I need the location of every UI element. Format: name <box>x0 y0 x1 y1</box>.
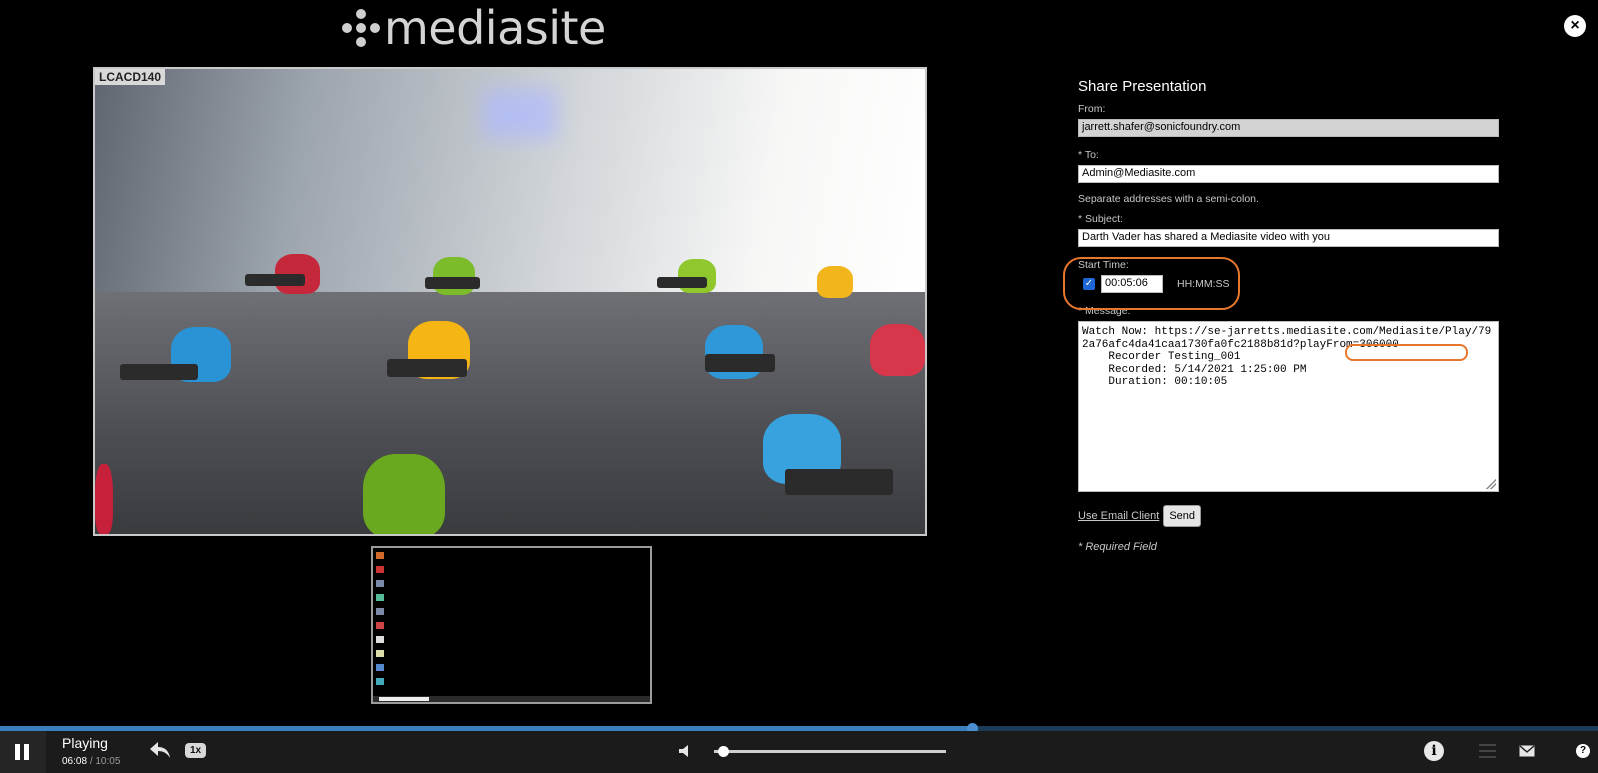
send-button[interactable]: Send <box>1163 505 1202 527</box>
volume-icon[interactable] <box>678 744 694 758</box>
duration: 10:05 <box>95 756 121 767</box>
taskbar <box>373 696 650 702</box>
status-label: Playing <box>62 735 108 751</box>
volume-handle[interactable] <box>717 746 729 757</box>
desktop-icon <box>376 636 384 643</box>
share-title: Share Presentation <box>1078 78 1207 95</box>
resize-grip-icon[interactable] <box>1486 479 1496 489</box>
time-separator: / <box>89 756 93 767</box>
time-readout: 06:08 / 10:05 <box>62 756 120 767</box>
playback-status: Playing 06:08 / 10:05 <box>62 735 120 769</box>
slide-thumbnail[interactable] <box>371 546 652 704</box>
logo-text: mediasite <box>384 1 606 55</box>
use-email-client-link[interactable]: Use Email Client <box>1078 510 1159 522</box>
volume-slider[interactable] <box>714 746 946 757</box>
chair <box>95 464 113 534</box>
subject-label: * Subject: <box>1078 213 1123 225</box>
desktop-icon <box>376 580 384 587</box>
start-time-highlight <box>1063 257 1240 310</box>
chair <box>817 266 853 298</box>
camera-label: LCACD140 <box>95 69 166 85</box>
menu-icon[interactable] <box>1479 744 1496 758</box>
player-controls: Playing 06:08 / 10:05 1x i ? <box>0 731 1598 773</box>
current-time: 06:08 <box>62 756 88 767</box>
desktop-icon <box>376 678 384 685</box>
playfrom-highlight <box>1345 344 1468 361</box>
desktop-icon <box>376 622 384 629</box>
to-field[interactable]: Admin@Mediasite.com <box>1078 165 1499 183</box>
required-note: * Required Field <box>1078 541 1157 553</box>
logo-dots-icon <box>342 9 380 47</box>
to-hint: Separate addresses with a semi-colon. <box>1078 193 1259 205</box>
from-label: From: <box>1078 103 1106 115</box>
desktop-icon <box>376 650 384 657</box>
from-field: jarrett.shafer@sonicfoundry.com <box>1078 119 1499 137</box>
info-icon[interactable]: i <box>1424 741 1444 761</box>
chair <box>433 257 475 295</box>
desktop-icon <box>376 608 384 615</box>
to-label: * To: <box>1078 149 1099 161</box>
chair <box>363 454 445 534</box>
share-panel: Share Presentation From: jarrett.shafer@… <box>1078 78 1499 553</box>
close-icon[interactable]: × <box>1564 15 1586 37</box>
mediasite-logo: mediasite <box>342 1 606 55</box>
desktop-icon <box>376 664 384 671</box>
desktop-icon <box>376 552 384 559</box>
desktop-icon <box>376 566 384 573</box>
mail-icon[interactable] <box>1519 744 1535 758</box>
help-icon[interactable]: ? <box>1576 744 1590 758</box>
pause-icon <box>15 744 20 760</box>
reply-icon[interactable] <box>149 740 171 760</box>
pause-button[interactable] <box>0 731 46 773</box>
chair <box>870 324 925 376</box>
video-player[interactable]: LCACD140 <box>93 67 927 536</box>
subject-field[interactable]: Darth Vader has shared a Mediasite video… <box>1078 229 1499 247</box>
playback-rate-button[interactable]: 1x <box>185 743 207 758</box>
send-row: Use Email Client Send <box>1078 505 1498 527</box>
desktop-icon <box>376 594 384 601</box>
